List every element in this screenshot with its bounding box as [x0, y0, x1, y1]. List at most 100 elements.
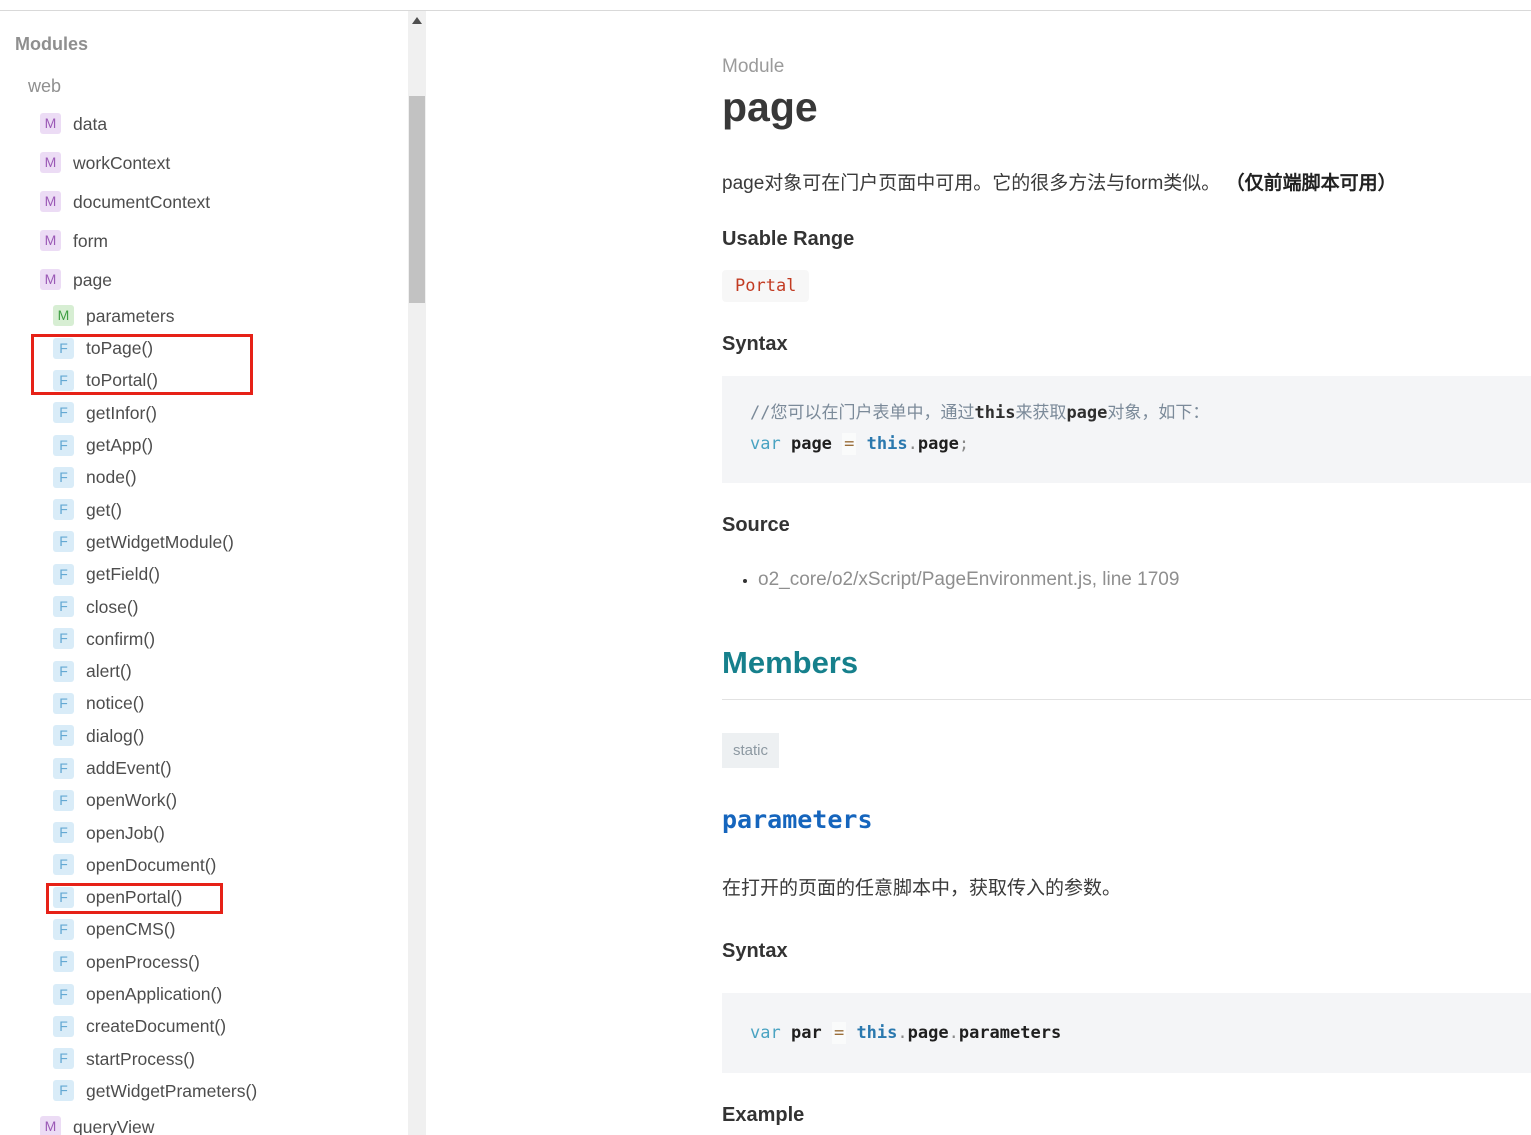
sidebar-item-label: form [73, 230, 108, 251]
sidebar-item-data[interactable]: Mdata [0, 104, 405, 143]
sidebar-item-confirm[interactable]: Fconfirm() [0, 623, 405, 655]
sidebar-item-toportal[interactable]: FtoPortal() [0, 364, 405, 396]
sidebar-item-createdocument[interactable]: FcreateDocument() [0, 1010, 405, 1042]
sidebar-item-list: Mdata MworkContext MdocumentContext Mform Mp… [0, 104, 405, 1135]
sidebar-item-alert[interactable]: Falert() [0, 655, 405, 687]
sidebar-item-label: startProcess() [86, 1048, 195, 1069]
sidebar-item-label: documentContext [73, 191, 211, 212]
example-heading: Example [722, 1104, 805, 1126]
function-badge-icon: F [53, 660, 74, 682]
sidebar-item-openportal[interactable]: FopenPortal() [0, 881, 405, 913]
module-badge-icon: M [40, 152, 61, 173]
sidebar-item-label: alert() [86, 661, 132, 682]
sidebar-item-openjob[interactable]: FopenJob() [0, 816, 405, 848]
sidebar-item-page[interactable]: Mpage [0, 260, 405, 299]
sidebar-item-label: workContext [73, 152, 171, 173]
static-badge: static [722, 733, 780, 768]
sidebar-item-getwidgetprameters[interactable]: FgetWidgetPrameters() [0, 1075, 405, 1107]
sidebar-item-get[interactable]: Fget() [0, 493, 405, 525]
sidebar-item-label: dialog() [86, 725, 145, 746]
page-title: page [722, 84, 818, 130]
sidebar-item-label: data [73, 113, 108, 134]
sidebar-item-getinfor[interactable]: FgetInfor() [0, 397, 405, 429]
member-syntax-heading: Syntax [722, 940, 788, 962]
sidebar-item-dialog[interactable]: Fdialog() [0, 720, 405, 752]
sidebar-item-label: openDocument() [86, 854, 217, 875]
sidebar-item-close[interactable]: Fclose() [0, 590, 405, 622]
function-badge-icon: F [53, 983, 74, 1005]
function-badge-icon: F [53, 1080, 74, 1102]
usable-range-portal-badge: Portal [722, 270, 810, 302]
member-badge-icon: M [53, 305, 74, 326]
function-badge-icon: F [53, 854, 74, 876]
function-badge-icon: F [53, 886, 74, 908]
member-description: 在打开的页面的任意脚本中，获取传入的参数。 [722, 878, 1122, 899]
function-badge-icon: F [53, 531, 74, 553]
sidebar-item-notice[interactable]: Fnotice() [0, 687, 405, 719]
sidebar-title: Modules [15, 34, 89, 54]
sidebar-item-label: toPage() [86, 338, 154, 359]
sidebar-item-label: parameters [86, 305, 175, 326]
sidebar-item-label: openWork() [86, 790, 178, 811]
sidebar-item-topage[interactable]: FtoPage() [0, 332, 405, 364]
function-badge-icon: F [53, 337, 74, 359]
scroll-up-arrow-icon[interactable] [408, 11, 426, 30]
function-badge-icon: F [53, 789, 74, 811]
source-list-item: o2_core/o2/xScript/PageEnvironment.js, l… [758, 569, 1531, 591]
sidebar-item-opendocument[interactable]: FopenDocument() [0, 849, 405, 881]
sidebar-item-label: confirm() [86, 628, 156, 649]
code-line: var page = this.page; [750, 433, 970, 455]
sidebar-item-getapp[interactable]: FgetApp() [0, 429, 405, 461]
module-doc-content: Module page page对象可在门户页面中可用。它的很多方法与form类… [722, 0, 1531, 1135]
module-badge-icon: M [40, 269, 61, 290]
function-badge-icon: F [53, 369, 74, 391]
sidebar-item-label: toPortal() [86, 370, 158, 391]
sidebar-item-workcontext[interactable]: MworkContext [0, 143, 405, 182]
sidebar-item-documentcontext[interactable]: MdocumentContext [0, 182, 405, 221]
usable-range-heading: Usable Range [722, 228, 855, 250]
sidebar-item-label: page [73, 269, 112, 290]
sidebar-item-openprocess[interactable]: FopenProcess() [0, 946, 405, 978]
function-badge-icon: F [53, 563, 74, 585]
module-badge-icon: M [40, 113, 61, 134]
sidebar-item-queryview[interactable]: MqueryView [0, 1107, 405, 1135]
sidebar-item-label: openApplication() [86, 984, 223, 1005]
up-triangle-icon [412, 17, 422, 24]
module-description: page对象可在门户页面中可用。它的很多方法与form类似。 （仅前端脚本可用） [722, 171, 1531, 197]
sidebar-group-web[interactable]: web [28, 76, 405, 96]
function-badge-icon: F [53, 918, 74, 940]
function-badge-icon: F [53, 466, 74, 488]
module-description-note: （仅前端脚本可用） [1225, 173, 1397, 194]
sidebar-item-opencms[interactable]: FopenCMS() [0, 913, 405, 945]
member-syntax-code-block: var par = this.page.parameters [722, 993, 1531, 1073]
sidebar-item-label: close() [86, 596, 139, 617]
sidebar-scrollbar[interactable] [408, 11, 426, 1135]
sidebar-item-form[interactable]: Mform [0, 221, 405, 260]
sidebar-item-node[interactable]: Fnode() [0, 461, 405, 493]
sidebar-item-label: getApp() [86, 435, 154, 456]
sidebar-item-parameters[interactable]: Mparameters [0, 299, 405, 332]
module-badge-icon: M [40, 1116, 61, 1135]
sidebar-item-label: openCMS() [86, 919, 176, 940]
sidebar-item-openapplication[interactable]: FopenApplication() [0, 978, 405, 1010]
members-heading: Members [722, 645, 859, 680]
sidebar-item-getfield[interactable]: FgetField() [0, 558, 405, 590]
module-badge-icon: M [40, 191, 61, 212]
code-line: //您可以在门户表单中，通过this来获取page对象，如下： [750, 403, 1210, 423]
sidebar-item-label: getWidgetModule() [86, 531, 234, 552]
syntax-heading: Syntax [722, 333, 788, 355]
sidebar-item-label: openPortal() [86, 887, 183, 908]
sidebar-item-startprocess[interactable]: FstartProcess() [0, 1043, 405, 1075]
function-badge-icon: F [53, 434, 74, 456]
sidebar-item-addevent[interactable]: FaddEvent() [0, 752, 405, 784]
sidebar-item-label: getInfor() [86, 402, 157, 423]
function-badge-icon: F [53, 725, 74, 747]
sidebar-item-openwork[interactable]: FopenWork() [0, 784, 405, 816]
function-badge-icon: F [53, 628, 74, 650]
sidebar-item-label: queryView [73, 1116, 155, 1135]
function-badge-icon: F [53, 402, 74, 424]
sidebar-item-label: get() [86, 499, 122, 520]
sidebar-item-label: addEvent() [86, 758, 172, 778]
scrollbar-thumb[interactable] [409, 96, 425, 303]
sidebar-item-getwidgetmodule[interactable]: FgetWidgetModule() [0, 526, 405, 558]
